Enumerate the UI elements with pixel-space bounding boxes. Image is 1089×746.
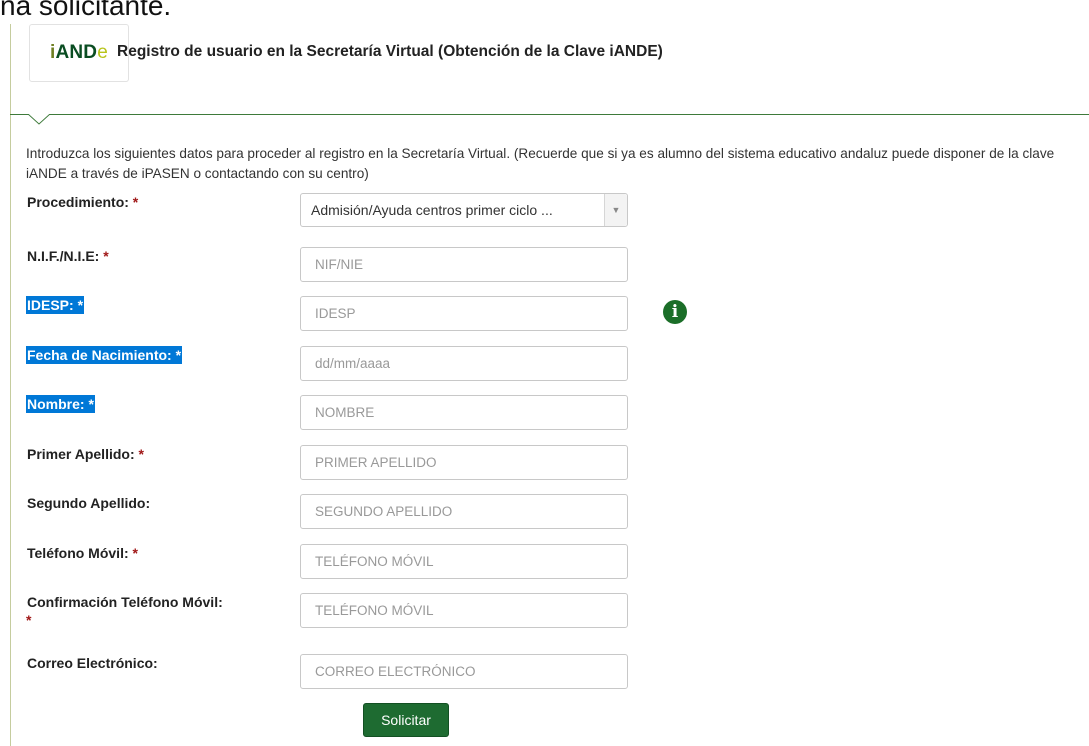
idesp-input[interactable] xyxy=(300,296,628,331)
label-correo: Correo Electrónico: xyxy=(27,655,158,671)
required-mark: * xyxy=(132,194,139,210)
required-mark: * xyxy=(88,396,94,412)
top-text-fragment: na solicitante. xyxy=(0,0,172,21)
nombre-input[interactable] xyxy=(300,395,628,430)
label-fecha: Fecha de Nacimiento: * xyxy=(26,346,183,364)
label-idesp: IDESP: * xyxy=(26,296,85,314)
label-apellido1: Primer Apellido: * xyxy=(27,446,144,462)
nif-input[interactable] xyxy=(300,247,628,282)
row-movil: Teléfono Móvil: * xyxy=(26,544,706,584)
required-mark: * xyxy=(138,446,144,462)
required-mark: * xyxy=(26,612,32,628)
row-correo: Correo Electrónico: xyxy=(26,654,706,694)
procedimiento-select[interactable]: Admisión/Ayuda centros primer ciclo ... … xyxy=(300,193,628,227)
solicitar-button[interactable]: Solicitar xyxy=(363,703,449,737)
row-nombre: Nombre: * xyxy=(26,395,706,435)
required-mark: * xyxy=(175,347,182,363)
row-nif: N.I.F./N.I.E: * xyxy=(26,247,706,287)
header-caret-icon xyxy=(28,114,50,125)
info-icon[interactable]: i xyxy=(663,300,687,324)
label-nif: N.I.F./N.I.E: * xyxy=(27,248,109,264)
segundo-apellido-input[interactable] xyxy=(300,494,628,529)
email-input[interactable] xyxy=(300,654,628,689)
birthdate-input[interactable] xyxy=(300,346,628,381)
row-idesp: IDESP: * i xyxy=(26,296,706,336)
required-mark: * xyxy=(77,297,84,313)
row-apellido2: Segundo Apellido: xyxy=(26,494,706,534)
movil-input[interactable] xyxy=(300,544,628,579)
required-mark: * xyxy=(132,545,138,561)
page-title: Registro de usuario en la Secretaría Vir… xyxy=(117,43,663,60)
required-mark: * xyxy=(103,248,109,264)
chevron-down-icon[interactable]: ▼ xyxy=(604,194,627,226)
row-apellido1: Primer Apellido: * xyxy=(26,445,706,485)
row-procedimiento: Procedimiento: * Admisión/Ayuda centros … xyxy=(26,193,706,233)
label-procedimiento: Procedimiento: * xyxy=(27,194,139,210)
primer-apellido-input[interactable] xyxy=(300,445,628,480)
label-nombre: Nombre: * xyxy=(26,395,95,413)
label-movil-confirm: Confirmación Teléfono Móvil: * xyxy=(26,594,223,628)
intro-text: Introduzca los siguientes datos para pro… xyxy=(26,146,1055,181)
left-border xyxy=(10,24,11,746)
header-divider xyxy=(10,114,1089,115)
movil-confirm-input[interactable] xyxy=(300,593,628,628)
page-header: i AND e Registro de usuario en la Secretar… xyxy=(16,24,1076,84)
iande-logo: i AND e xyxy=(29,24,129,82)
row-fecha: Fecha de Nacimiento: * xyxy=(26,346,706,386)
row-movil-confirm: Confirmación Teléfono Móvil: * xyxy=(26,593,706,643)
label-apellido2: Segundo Apellido: xyxy=(27,495,151,511)
label-movil: Teléfono Móvil: * xyxy=(27,545,138,561)
